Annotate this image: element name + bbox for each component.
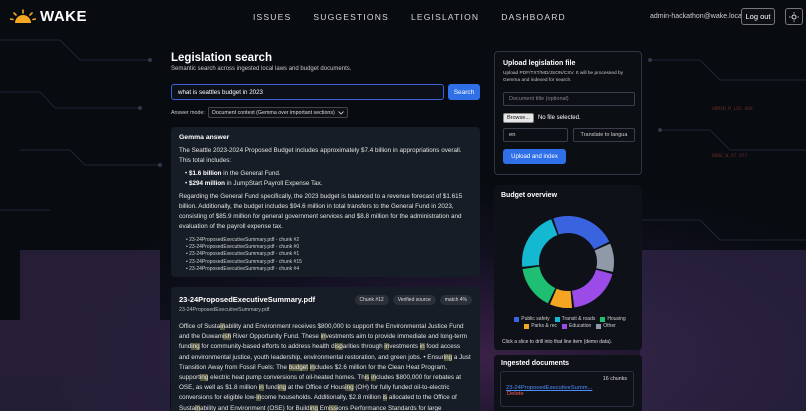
result-filename: 23-24ProposedExecutiveSummary.pdf [179,307,270,313]
top-nav: WAKE ISSUES SUGGESTIONS LEGISLATION DASH… [0,0,806,36]
highlight-match: ish [223,333,232,341]
answer-mode-label: Answer mode: [171,110,205,116]
user-email: admin-hackathon@wake.local [650,13,744,20]
answer-detail: Regarding the General Fund specifically,… [179,193,463,230]
legend-item: Transit & roads [554,316,596,322]
answer-mode-value: Document context (Gemma over important s… [212,109,335,116]
answer-heading: Gemma answer [179,134,230,141]
legend-item: Housing [600,316,626,322]
legend-label: Education [569,323,592,329]
highlight-match: budget [288,363,309,371]
legend-label: Housing [607,316,626,322]
source-link[interactable]: 23-24ProposedExecutiveSummary.pdf - chun… [186,244,472,251]
sun-logo-icon [10,8,36,23]
highlight-match: isp [334,343,343,351]
theme-toggle-button[interactable] [785,8,803,25]
answer-card: Gemma answer The Seattle 2023-2024 Propo… [171,127,480,277]
language-input[interactable]: en [503,128,568,142]
brand-name: WAKE [40,8,87,25]
legend-swatch [524,323,530,329]
upload-panel: Upload legislation file Upload PDF/TXT/M… [494,51,642,175]
pie-slice-public-safety[interactable] [553,216,610,250]
nav-suggestions[interactable]: SUGGESTIONS [313,12,389,22]
answer-bullet: $1.6 billion in the General Fund. [185,169,472,179]
highlight-match: ing [345,384,354,392]
browse-button[interactable]: Browse... [503,113,534,123]
nav-legislation[interactable]: LEGISLATION [411,12,479,22]
document-item: 23-24ProposedExecutiveSumm... 16 chunks … [500,371,634,407]
legend-swatch [554,316,560,322]
answer-sources: 23-24ProposedExecutiveSummary.pdf - chun… [186,237,472,273]
document-title-input[interactable]: Document title (optional) [503,92,635,106]
budget-legend: Public safety Transit & roads Housing Parks… [506,316,634,329]
legend-swatch [562,323,568,329]
legend-swatch [600,316,606,322]
highlight-match: ing [277,384,287,392]
verified-badge: Verified source [392,295,436,305]
main-nav: ISSUES SUGGESTIONS LEGISLATION DASHBOARD [253,12,566,22]
chunk-badge: Chunk #12 [354,295,389,305]
legend-item: Other [596,323,616,329]
budget-note: Click a slice to drill into that line it… [502,339,613,345]
pie-slice-education[interactable] [572,269,613,308]
budget-title: Budget overview [501,192,558,199]
result-badges: Chunk #12 Verified source match 4% [354,295,472,305]
legend-label: Transit & roads [561,316,596,322]
logout-button[interactable]: Log out [741,8,775,25]
highlight-match: ing [443,353,453,361]
upload-description: Upload PDF/TXT/MD/JSON/CSV. It will be p… [503,71,624,83]
pie-slice-other[interactable] [594,243,614,272]
legend-label: Other [603,323,616,329]
legend-label: Public safety [521,316,550,322]
translate-button[interactable]: Translate to langua [573,128,635,142]
source-link[interactable]: 23-24ProposedExecutiveSummary.pdf - chun… [186,251,472,258]
upload-index-button[interactable]: Upload and index [503,149,566,164]
answer-mode-select[interactable]: Document context (Gemma over important s… [208,107,348,118]
search-result-card[interactable]: 23-24ProposedExecutiveSummary.pdf 23-24P… [171,287,480,411]
chunk-count: 16 chunks [602,376,627,382]
documents-title: Ingested documents [501,360,570,367]
search-input[interactable] [171,84,444,100]
source-link[interactable]: 23-24ProposedExecutiveSummary.pdf - chun… [186,259,472,266]
pie-slice-housing[interactable] [522,266,556,304]
match-badge: match 4% [439,295,472,305]
delete-button[interactable]: Delete [507,391,524,397]
page-subtitle: Semantic search across ingested local la… [171,66,352,72]
answer-bullet: $294 million in JumpStart Payroll Expens… [185,179,472,189]
legend-swatch [514,316,520,322]
legend-item: Parks & rec [524,323,557,329]
nav-dashboard[interactable]: DASHBOARD [501,12,566,22]
budget-donut-chart[interactable] [519,213,617,311]
result-excerpt: Office of Sustainability and Environment… [179,323,471,411]
upload-title: Upload legislation file [503,60,576,67]
budget-panel: Budget overview Public safety Transit & r… [494,185,642,350]
highlight-match: iss [329,404,337,411]
logo[interactable]: WAKE [10,8,87,25]
legend-label: Parks & rec [531,323,558,329]
legend-swatch [596,323,602,329]
file-picker: Browse... No file selected. [503,113,581,123]
legend-item: Education [562,323,591,329]
chevron-down-icon [338,110,344,115]
pie-slice-transit-roads[interactable] [522,219,558,267]
answer-bullets: $1.6 billion in the General Fund. $294 m… [185,169,472,189]
highlight-match: ing [191,343,200,351]
nav-issues[interactable]: ISSUES [253,12,291,22]
answer-intro: The Seattle 2023-2024 Proposed Budget in… [179,147,462,164]
highlight-match: ing [309,404,318,411]
page-title: Legislation search [171,52,272,64]
sun-icon [789,11,799,22]
search-button[interactable]: Search [448,84,480,100]
source-link[interactable]: 23-24ProposedExecutiveSummary.pdf - chun… [186,266,472,273]
legend-item: Public safety [514,316,550,322]
file-status: No file selected. [537,115,581,121]
ingested-documents-panel: Ingested documents 23-24ProposedExecutiv… [494,355,642,411]
source-link[interactable]: 23-24ProposedExecutiveSummary.pdf - chun… [186,237,472,244]
